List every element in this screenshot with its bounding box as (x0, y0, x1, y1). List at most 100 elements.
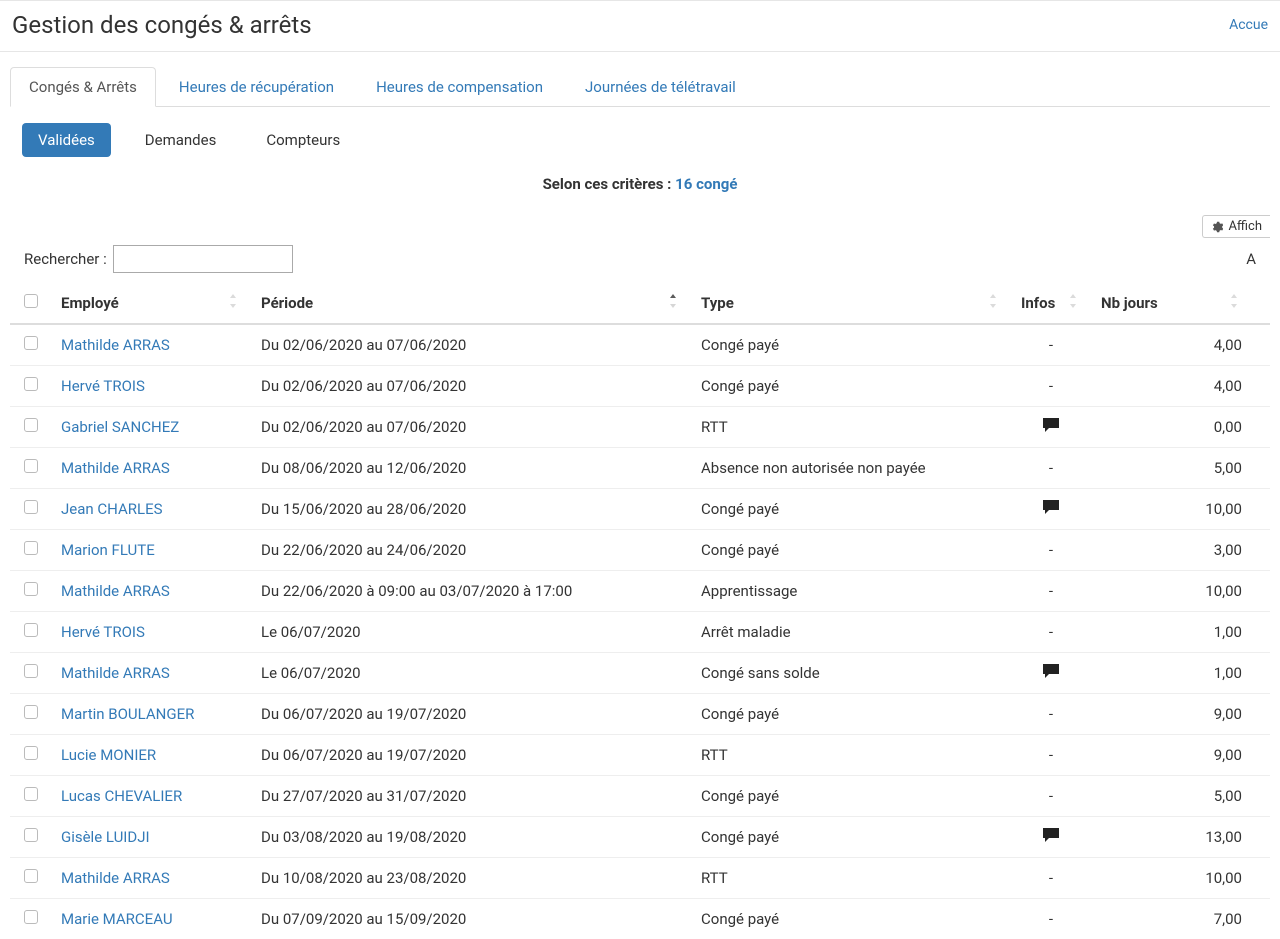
comment-icon[interactable] (1043, 418, 1059, 432)
type-cell: Apprentissage (691, 571, 1011, 612)
main-tab-3[interactable]: Journées de télétravail (566, 67, 755, 107)
employee-link[interactable]: Marie MARCEAU (61, 910, 173, 928)
comment-icon[interactable] (1043, 664, 1059, 678)
row-checkbox[interactable] (24, 418, 38, 432)
row-checkbox[interactable] (24, 500, 38, 514)
days-cell: 13,00 (1091, 817, 1270, 858)
table-row: Gabriel SANCHEZDu 02/06/2020 au 07/06/20… (10, 407, 1270, 448)
display-columns-button[interactable]: Affich (1202, 215, 1270, 238)
col-days[interactable]: Nb jours (1091, 283, 1270, 324)
row-checkbox[interactable] (24, 869, 38, 883)
col-days-label: Nb jours (1101, 294, 1158, 312)
table-row: Jean CHARLESDu 15/06/2020 au 28/06/2020C… (10, 489, 1270, 530)
row-checkbox[interactable] (24, 664, 38, 678)
sort-both-icon (987, 294, 1001, 312)
col-infos[interactable]: Infos (1011, 283, 1091, 324)
type-cell: RTT (691, 858, 1011, 899)
infos-cell (1011, 653, 1091, 694)
employee-link[interactable]: Mathilde ARRAS (61, 869, 170, 887)
employee-link[interactable]: Gabriel SANCHEZ (61, 418, 179, 436)
col-infos-label: Infos (1021, 294, 1055, 312)
sort-both-icon (1067, 294, 1081, 312)
col-period[interactable]: Période (251, 283, 691, 324)
type-cell: Congé payé (691, 776, 1011, 817)
period-cell: Du 22/06/2020 à 09:00 au 03/07/2020 à 17… (251, 571, 691, 612)
employee-link[interactable]: Mathilde ARRAS (61, 336, 170, 354)
period-cell: Du 15/06/2020 au 28/06/2020 (251, 489, 691, 530)
period-cell: Du 06/07/2020 au 19/07/2020 (251, 735, 691, 776)
employee-link[interactable]: Lucie MONIER (61, 746, 156, 764)
row-checkbox[interactable] (24, 746, 38, 760)
employee-link[interactable]: Jean CHARLES (61, 500, 163, 518)
table-row: Mathilde ARRAS Le 06/07/2020Congé sans so… (10, 653, 1270, 694)
row-checkbox[interactable] (24, 377, 38, 391)
employee-link[interactable]: Mathilde ARRAS (61, 664, 170, 682)
breadcrumb-home-link[interactable]: Accue (1229, 17, 1268, 33)
row-checkbox[interactable] (24, 787, 38, 801)
row-checkbox[interactable] (24, 910, 38, 924)
employee-link[interactable]: Lucas CHEVALIER (61, 787, 182, 805)
type-cell: Congé payé (691, 366, 1011, 407)
period-cell: Du 27/07/2020 au 31/07/2020 (251, 776, 691, 817)
row-checkbox[interactable] (24, 459, 38, 473)
table-row: Hervé TROIS Du 02/06/2020 au 07/06/2020Co… (10, 366, 1270, 407)
employee-link[interactable]: Martin BOULANGER (61, 705, 194, 723)
sub-tab-0[interactable]: Validées (22, 123, 111, 157)
page-title: Gestion des congés & arrêts (12, 11, 312, 39)
infos-cell: - (1011, 899, 1091, 939)
infos-cell: - (1011, 694, 1091, 735)
row-checkbox[interactable] (24, 623, 38, 637)
period-cell: Du 06/07/2020 au 19/07/2020 (251, 694, 691, 735)
search-input[interactable] (113, 245, 293, 273)
col-type[interactable]: Type (691, 283, 1011, 324)
main-tab-2[interactable]: Heures de compensation (357, 67, 562, 107)
infos-cell: - (1011, 858, 1091, 899)
employee-link[interactable]: Hervé TROIS (61, 623, 145, 641)
row-checkbox[interactable] (24, 541, 38, 555)
main-tab-1[interactable]: Heures de récupération (160, 67, 353, 107)
criteria-summary: Selon ces critères : 16 congé (10, 175, 1270, 193)
employee-link[interactable]: Mathilde ARRAS (61, 459, 170, 477)
sub-tab-1[interactable]: Demandes (129, 123, 233, 157)
table-row: Gisèle LUIDJI Du 03/08/2020 au 19/08/2020… (10, 817, 1270, 858)
employee-link[interactable]: Mathilde ARRAS (61, 582, 170, 600)
col-employee-label: Employé (61, 294, 119, 312)
period-cell: Le 06/07/2020 (251, 653, 691, 694)
search-label: Rechercher : (24, 250, 107, 268)
period-cell: Du 10/08/2020 au 23/08/2020 (251, 858, 691, 899)
days-cell: 10,00 (1091, 489, 1270, 530)
infos-cell: - (1011, 776, 1091, 817)
col-employee[interactable]: Employé (51, 283, 251, 324)
row-checkbox[interactable] (24, 705, 38, 719)
days-cell: 5,00 (1091, 448, 1270, 489)
table-row: Lucie MONIERDu 06/07/2020 au 19/07/2020R… (10, 735, 1270, 776)
row-checkbox[interactable] (24, 336, 38, 350)
period-cell: Du 02/06/2020 au 07/06/2020 (251, 366, 691, 407)
sub-tab-2[interactable]: Compteurs (250, 123, 356, 157)
days-cell: 0,00 (1091, 407, 1270, 448)
main-tab-0[interactable]: Congés & Arrêts (10, 67, 156, 107)
period-cell: Du 07/09/2020 au 15/09/2020 (251, 899, 691, 939)
comment-icon[interactable] (1043, 828, 1059, 842)
period-cell: Du 22/06/2020 au 24/06/2020 (251, 530, 691, 571)
type-cell: Congé sans solde (691, 653, 1011, 694)
employee-link[interactable]: Hervé TROIS (61, 377, 145, 395)
employee-link[interactable]: Gisèle LUIDJI (61, 828, 150, 846)
type-cell: Congé payé (691, 530, 1011, 571)
type-cell: Congé payé (691, 817, 1011, 858)
days-cell: 3,00 (1091, 530, 1270, 571)
days-cell: 4,00 (1091, 366, 1270, 407)
period-cell: Du 03/08/2020 au 19/08/2020 (251, 817, 691, 858)
display-columns-label: Affich (1228, 219, 1262, 234)
row-checkbox[interactable] (24, 828, 38, 842)
gear-icon (1211, 221, 1223, 233)
table-row: Lucas CHEVALIER Du 27/07/2020 au 31/07/20… (10, 776, 1270, 817)
comment-icon[interactable] (1043, 500, 1059, 514)
employee-link[interactable]: Marion FLUTE (61, 541, 155, 559)
row-checkbox[interactable] (24, 582, 38, 596)
criteria-count-link[interactable]: 16 congé (675, 175, 737, 193)
infos-cell: - (1011, 735, 1091, 776)
period-cell: Du 02/06/2020 au 07/06/2020 (251, 324, 691, 366)
select-all-checkbox[interactable] (24, 294, 38, 308)
period-cell: Du 08/06/2020 au 12/06/2020 (251, 448, 691, 489)
